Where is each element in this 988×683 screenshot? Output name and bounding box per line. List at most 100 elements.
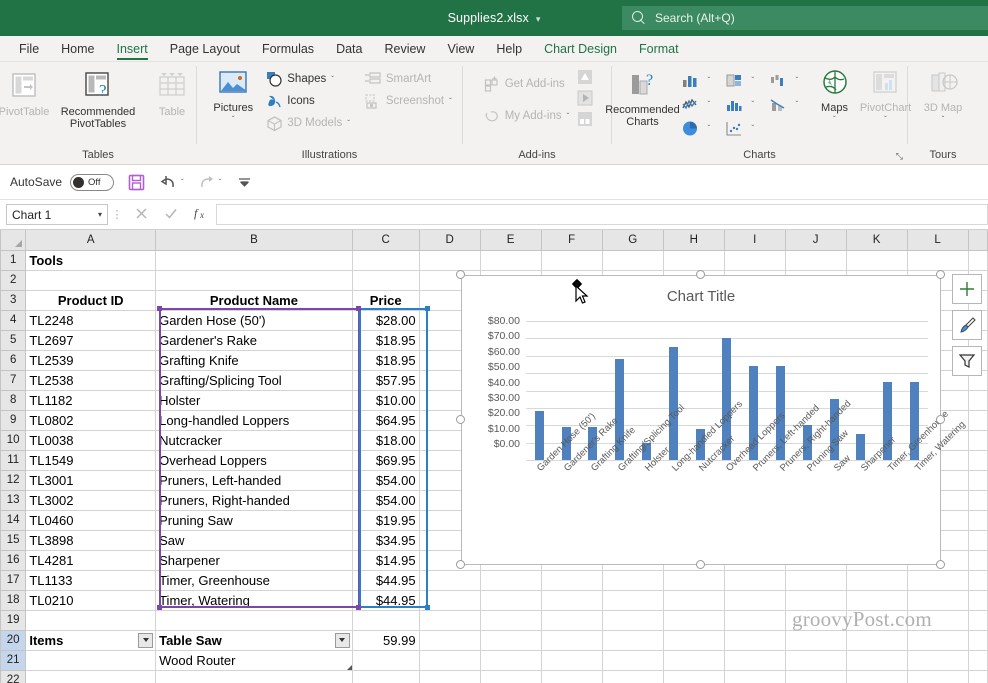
grid-cell[interactable]: $18.95 (352, 330, 420, 351)
grid-cell[interactable] (602, 570, 664, 591)
grid-cell[interactable] (352, 650, 420, 671)
tab-view[interactable]: View (436, 40, 485, 61)
row-header[interactable]: 13 (0, 489, 27, 511)
grid-cell[interactable]: TL2539 (25, 350, 157, 371)
column-header-k[interactable]: K (845, 230, 908, 251)
grid-cell[interactable] (602, 650, 664, 671)
row-header[interactable]: 8 (0, 389, 27, 411)
grid-cell[interactable] (602, 670, 664, 683)
grid-cell[interactable]: Table Saw (155, 630, 353, 651)
grid-cell[interactable]: Tools (25, 250, 157, 271)
grid-cell[interactable] (724, 630, 786, 651)
grid-cell[interactable] (907, 250, 969, 271)
grid-cell[interactable]: $69.95 (352, 450, 420, 471)
grid-cell[interactable] (663, 250, 725, 271)
grid-cell[interactable]: Gardener's Rake (155, 330, 353, 351)
store-icon[interactable] (576, 110, 594, 128)
grid-cell[interactable]: TL0210 (25, 590, 157, 611)
search-input[interactable]: Search (Alt+Q) (622, 6, 988, 30)
column-header-a[interactable]: A (25, 230, 157, 251)
grid-cell[interactable] (663, 630, 725, 651)
grid-cell[interactable] (352, 670, 420, 683)
chart-handle-top-center[interactable] (696, 270, 705, 279)
chart-y-axis[interactable]: $80.00 $70.00 $60.00 $50.00 $40.00 $30.00 $20.… (466, 315, 520, 454)
redo-caret-icon[interactable]: ˇ (219, 178, 222, 187)
grid-cell[interactable] (663, 670, 725, 683)
customize-qat-button[interactable] (237, 175, 252, 190)
waterfall-chart-button[interactable]: ˇ (769, 69, 813, 91)
grid-cell[interactable]: Holster (155, 390, 353, 411)
grid-cell[interactable] (480, 610, 542, 631)
grid-cell[interactable] (419, 250, 481, 271)
grid-cell[interactable]: TL1549 (25, 450, 157, 471)
grid-cell[interactable] (968, 630, 988, 651)
row-header[interactable]: 4 (0, 309, 27, 331)
save-button[interactable] (127, 173, 146, 192)
column-header-b[interactable]: B (155, 230, 353, 251)
my-add-ins-button[interactable]: My Add-ins ˇ (480, 105, 573, 127)
maps-caret-icon[interactable]: ˇ (833, 114, 836, 126)
grid-cell[interactable] (968, 490, 988, 511)
grid-cell[interactable]: $34.95 (352, 530, 420, 551)
formula-bar-grip[interactable]: ⋮ (108, 208, 126, 221)
tab-file[interactable]: File (8, 40, 50, 61)
grid-cell[interactable] (968, 530, 988, 551)
grid-cell[interactable] (480, 570, 542, 591)
grid-cell[interactable]: Price (352, 290, 420, 311)
grid-cell[interactable] (846, 650, 908, 671)
filter-dropdown-arrow[interactable] (138, 632, 154, 648)
grid-cell[interactable] (785, 630, 847, 651)
row-header[interactable]: 18 (0, 589, 27, 611)
grid-cell[interactable] (968, 670, 988, 683)
charts-dialog-launcher[interactable]: ⤡ (896, 151, 903, 162)
column-header-i[interactable]: I (723, 230, 786, 251)
grid-cell[interactable] (541, 650, 603, 671)
column-header-j[interactable]: J (784, 230, 847, 251)
grid-cell[interactable] (419, 630, 481, 651)
grid-cell[interactable]: $18.00 (352, 430, 420, 451)
grid-cell[interactable]: $64.95 (352, 410, 420, 431)
grid-cell[interactable] (602, 630, 664, 651)
grid-cell[interactable]: $44.95 (352, 590, 420, 611)
tab-insert[interactable]: Insert (106, 40, 159, 61)
grid-cell[interactable] (907, 570, 969, 591)
pivotchart-button[interactable]: PivotChart ˇ (857, 65, 915, 126)
grid-cell[interactable]: $54.00 (352, 490, 420, 511)
column-header-f[interactable]: F (540, 230, 603, 251)
tab-chart-design[interactable]: Chart Design (533, 40, 628, 61)
grid-cell[interactable] (541, 610, 603, 631)
autosave-toggle[interactable]: Off (70, 173, 115, 191)
grid-cell[interactable] (602, 610, 664, 631)
grid-cell[interactable]: Garden Hose (50') (155, 310, 353, 331)
shapes-button[interactable]: Shapes ˇ (262, 68, 353, 90)
grid-cell[interactable] (724, 570, 786, 591)
screenshot-button[interactable]: Screenshot ˇ (361, 90, 455, 112)
grid-cell[interactable] (724, 650, 786, 671)
grid-cell[interactable]: Grafting/Splicing Tool (155, 370, 353, 391)
grid-cell[interactable]: $28.00 (352, 310, 420, 331)
screenshot-caret-icon[interactable]: ˇ (449, 97, 452, 106)
grid-cell[interactable] (907, 630, 969, 651)
grid-cell[interactable] (25, 670, 157, 683)
pivotchart-caret-icon[interactable]: ˇ (884, 114, 887, 126)
grid-cell[interactable] (419, 670, 481, 683)
grid-cell[interactable] (419, 590, 481, 611)
grid-cell[interactable]: TL0460 (25, 510, 157, 531)
cancel-button[interactable] (126, 207, 156, 223)
grid-cell[interactable]: TL3002 (25, 490, 157, 511)
chart-bar-column[interactable] (660, 321, 687, 460)
grid-cell[interactable]: Wood Router (155, 650, 353, 671)
undo-caret-icon[interactable]: ˇ (181, 178, 184, 187)
grid-cell[interactable] (155, 670, 353, 683)
pie-chart-button[interactable]: ˇ (681, 117, 725, 139)
grid-cell[interactable] (480, 650, 542, 671)
3d-models-button[interactable]: 3D Models ˇ (262, 112, 353, 134)
row-header[interactable]: 11 (0, 449, 27, 471)
grid-cell[interactable] (846, 670, 908, 683)
grid-cell[interactable] (352, 610, 420, 631)
grid-cell[interactable] (419, 570, 481, 591)
grid-cell[interactable]: TL3898 (25, 530, 157, 551)
grid-cell[interactable] (663, 570, 725, 591)
grid-cell[interactable] (846, 250, 908, 271)
row-header[interactable]: 20 (0, 629, 27, 651)
